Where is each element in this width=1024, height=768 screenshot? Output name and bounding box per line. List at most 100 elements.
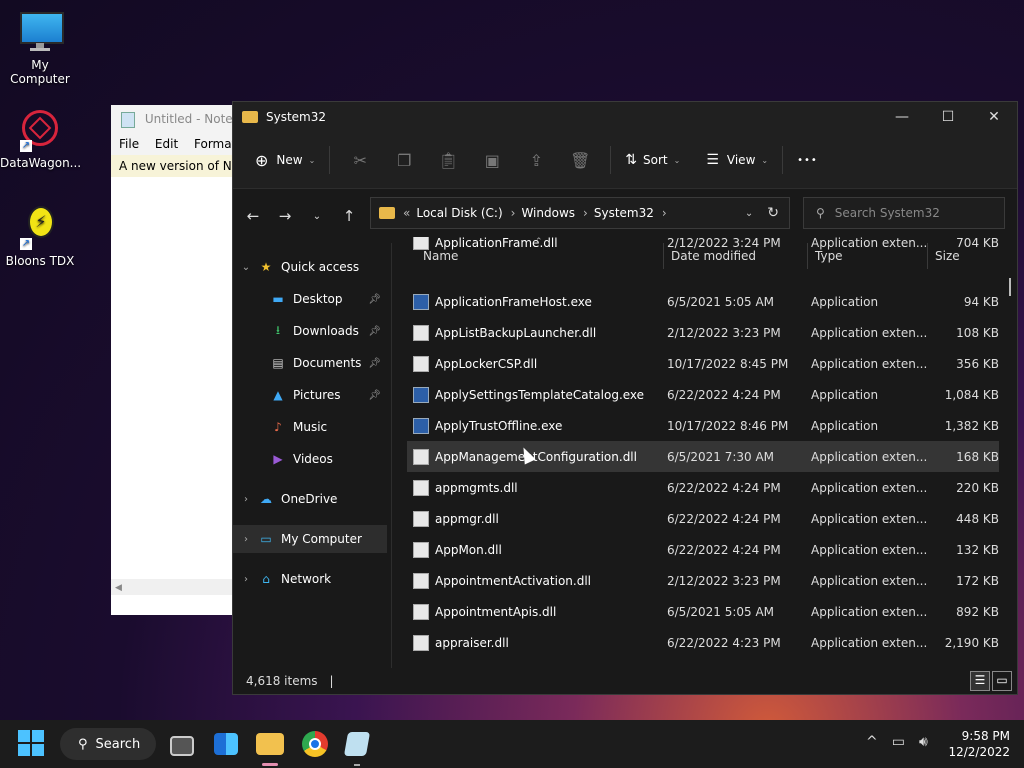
nav-network[interactable]: › ⌂ Network — [233, 565, 387, 593]
up-button[interactable]: ↑ — [333, 207, 365, 225]
notepad-menu-file[interactable]: File — [119, 137, 139, 151]
scroll-left-icon[interactable]: ◀ — [115, 583, 122, 593]
pin-icon[interactable]: 📌︎ — [368, 294, 381, 305]
chevron-right-icon[interactable]: › — [239, 494, 253, 505]
sort-button[interactable]: ⇅ Sort ⌄ — [619, 144, 686, 176]
chevron-down-icon[interactable]: ⌄ — [239, 262, 253, 273]
file-row[interactable]: ApplicationFrame.dll 2/12/2022 3:24 PM App… — [407, 237, 999, 250]
desktop-icon-datawagon[interactable]: ↗ DataWagon... — [0, 108, 81, 170]
notepad-titlebar[interactable]: Untitled - Notepa — [111, 105, 241, 133]
chevron-right-icon[interactable]: › — [239, 574, 253, 585]
more-options-button[interactable]: ••• — [791, 144, 824, 176]
crumb-system32[interactable]: System32 — [594, 206, 654, 220]
crumb-windows[interactable]: Windows — [521, 206, 575, 220]
notepad-hscrollbar[interactable]: ◀ — [111, 579, 241, 595]
clock[interactable]: 9:58 PM 12/2/2022 — [948, 728, 1010, 760]
file-row[interactable]: appraiser.dll 6/22/2022 4:23 PM Applicatio… — [407, 627, 999, 658]
file-row[interactable]: appmgmts.dll 6/22/2022 4:24 PM Application… — [407, 472, 999, 503]
copy-icon[interactable]: ❐ — [389, 151, 419, 170]
forward-button[interactable]: → — [269, 207, 301, 225]
share-icon[interactable]: ⇪ — [521, 151, 551, 170]
file-type: Application exten... — [811, 573, 928, 588]
file-name: ApplicationFrameHost.exe — [435, 294, 592, 309]
chevron-right-icon[interactable]: › — [583, 206, 588, 220]
nav-pictures[interactable]: ▲ Pictures 📌︎ — [233, 381, 387, 409]
file-explorer-taskbar-icon[interactable] — [256, 733, 284, 755]
notepad-menu-edit[interactable]: Edit — [155, 137, 178, 151]
chevron-right-icon[interactable]: › — [511, 206, 516, 220]
maximize-button[interactable]: ☐ — [925, 102, 971, 132]
nav-desktop[interactable]: ▬ Desktop 📌︎ — [233, 285, 387, 313]
system-tray-icons[interactable]: ^▭🔊︎ — [866, 734, 942, 750]
windows-start-icon[interactable] — [18, 730, 44, 756]
explorer-titlebar[interactable]: System32 — ☐ ✕ — [233, 102, 1017, 132]
file-row[interactable]: ApplicationFrameHost.exe 6/5/2021 5:05 AM… — [407, 286, 999, 317]
overflow-chevron[interactable]: « — [403, 206, 410, 220]
crumb-local-disk[interactable]: Local Disk (C:) — [416, 206, 502, 220]
volume-icon[interactable]: 🔊︎ — [919, 734, 942, 750]
rename-icon[interactable]: ▣ — [477, 151, 507, 170]
cut-icon[interactable]: ✂ — [345, 151, 375, 170]
status-bar: 4,618 items | ☰ ▭ — [233, 668, 1017, 694]
new-button[interactable]: ⊕ New ⌄ — [249, 144, 321, 176]
nav-videos[interactable]: ▶ Videos — [233, 445, 387, 473]
notepad-menu-format[interactable]: Format — [194, 137, 236, 151]
delete-icon[interactable]: 🗑︎ — [565, 151, 595, 170]
details-view-button[interactable]: ☰ — [970, 671, 990, 691]
cloud-icon: ☁ — [260, 492, 272, 506]
pin-icon[interactable]: 📌︎ — [368, 326, 381, 337]
open-app-indicator — [354, 764, 360, 766]
task-view-icon[interactable] — [170, 736, 194, 756]
pin-icon[interactable]: 📌︎ — [368, 358, 381, 369]
view-button[interactable]: ☰ View ⌄ — [700, 144, 774, 176]
file-row[interactable]: AppLockerCSP.dll 10/17/2022 8:45 PM Applic… — [407, 348, 999, 379]
file-row[interactable]: appmgr.dll 6/22/2022 4:24 PM Application e… — [407, 503, 999, 534]
nav-documents[interactable]: ▤ Documents 📌︎ — [233, 349, 387, 377]
notepad-text[interactable]: A new version of Not — [111, 155, 241, 177]
file-row[interactable]: ApplySettingsTemplateCatalog.exe 6/22/202… — [407, 379, 999, 410]
taskbar-search-button[interactable]: ⚲ Search — [60, 728, 156, 760]
file-row[interactable]: AppointmentApis.dll 6/5/2021 5:05 AM Appli… — [407, 596, 999, 627]
show-hidden-icons-icon[interactable]: ^ — [866, 734, 892, 750]
file-row[interactable]: ApplyTrustOffline.exe 10/17/2022 8:46 PM A… — [407, 410, 999, 441]
chrome-icon[interactable] — [302, 731, 328, 757]
nav-label: Pictures — [293, 388, 341, 402]
address-bar[interactable]: « Local Disk (C:) › Windows › System32 ›… — [370, 197, 790, 229]
nav-music[interactable]: ♪ Music — [233, 413, 387, 441]
network-icon[interactable]: ▭ — [892, 734, 919, 750]
tiles-view-button[interactable]: ▭ — [992, 671, 1012, 691]
address-dropdown-icon[interactable]: ⌄ — [745, 208, 753, 219]
chevron-right-icon[interactable]: › — [662, 206, 667, 220]
view-label: View — [726, 153, 756, 167]
nav-my-computer[interactable]: › ▭ My Computer — [233, 525, 387, 553]
file-row[interactable]: AppListBackupLauncher.dll 2/12/2022 3:23 … — [407, 317, 999, 348]
minimize-button[interactable]: — — [879, 102, 925, 132]
paste-icon[interactable]: 📋︎ — [433, 151, 463, 170]
nav-quick-access[interactable]: ⌄ ★ Quick access — [233, 253, 387, 281]
file-row[interactable]: AppointmentActivation.dll 2/12/2022 3:23 … — [407, 565, 999, 596]
chevron-right-icon[interactable]: › — [239, 534, 253, 545]
search-box[interactable]: ⚲ Search System32 — [803, 197, 1005, 229]
pin-icon[interactable]: 📌︎ — [368, 390, 381, 401]
search-icon: ⚲ — [816, 206, 825, 220]
vertical-scrollbar[interactable] — [1009, 278, 1011, 296]
back-button[interactable]: ← — [237, 207, 269, 225]
desktop-icon-my-computer[interactable]: My Computer — [0, 10, 80, 86]
close-button[interactable]: ✕ — [971, 102, 1017, 132]
recent-locations-button[interactable]: ⌄ — [301, 211, 333, 222]
desktop-icon-label: Bloons TDX — [5, 254, 75, 268]
notepad-taskbar-icon[interactable] — [343, 732, 371, 756]
nav-onedrive[interactable]: › ☁ OneDrive — [233, 485, 387, 513]
desktop-icon-bloons[interactable]: ⚡ ↗ Bloons TDX — [0, 206, 80, 268]
file-explorer-window[interactable]: System32 — ☐ ✕ ⊕ New ⌄ ✂ ❐ 📋︎ ▣ ⇪ 🗑︎ ⇅ S… — [232, 101, 1018, 763]
document-icon: ▤ — [272, 356, 284, 370]
file-row[interactable]: AppManagementConfiguration.dll 6/5/2021 7… — [407, 441, 999, 472]
file-name: AppointmentActivation.dll — [435, 573, 591, 588]
dll-file-icon — [413, 541, 429, 558]
notepad-window[interactable]: Untitled - Notepa File Edit Format A new… — [111, 105, 241, 615]
refresh-icon[interactable]: ↻ — [767, 205, 779, 221]
view-lines-icon: ☰ — [706, 152, 719, 168]
nav-downloads[interactable]: ⭳ Downloads 📌︎ — [233, 317, 387, 345]
widgets-icon[interactable] — [214, 733, 238, 755]
file-row[interactable]: AppMon.dll 6/22/2022 4:24 PM Application e… — [407, 534, 999, 565]
